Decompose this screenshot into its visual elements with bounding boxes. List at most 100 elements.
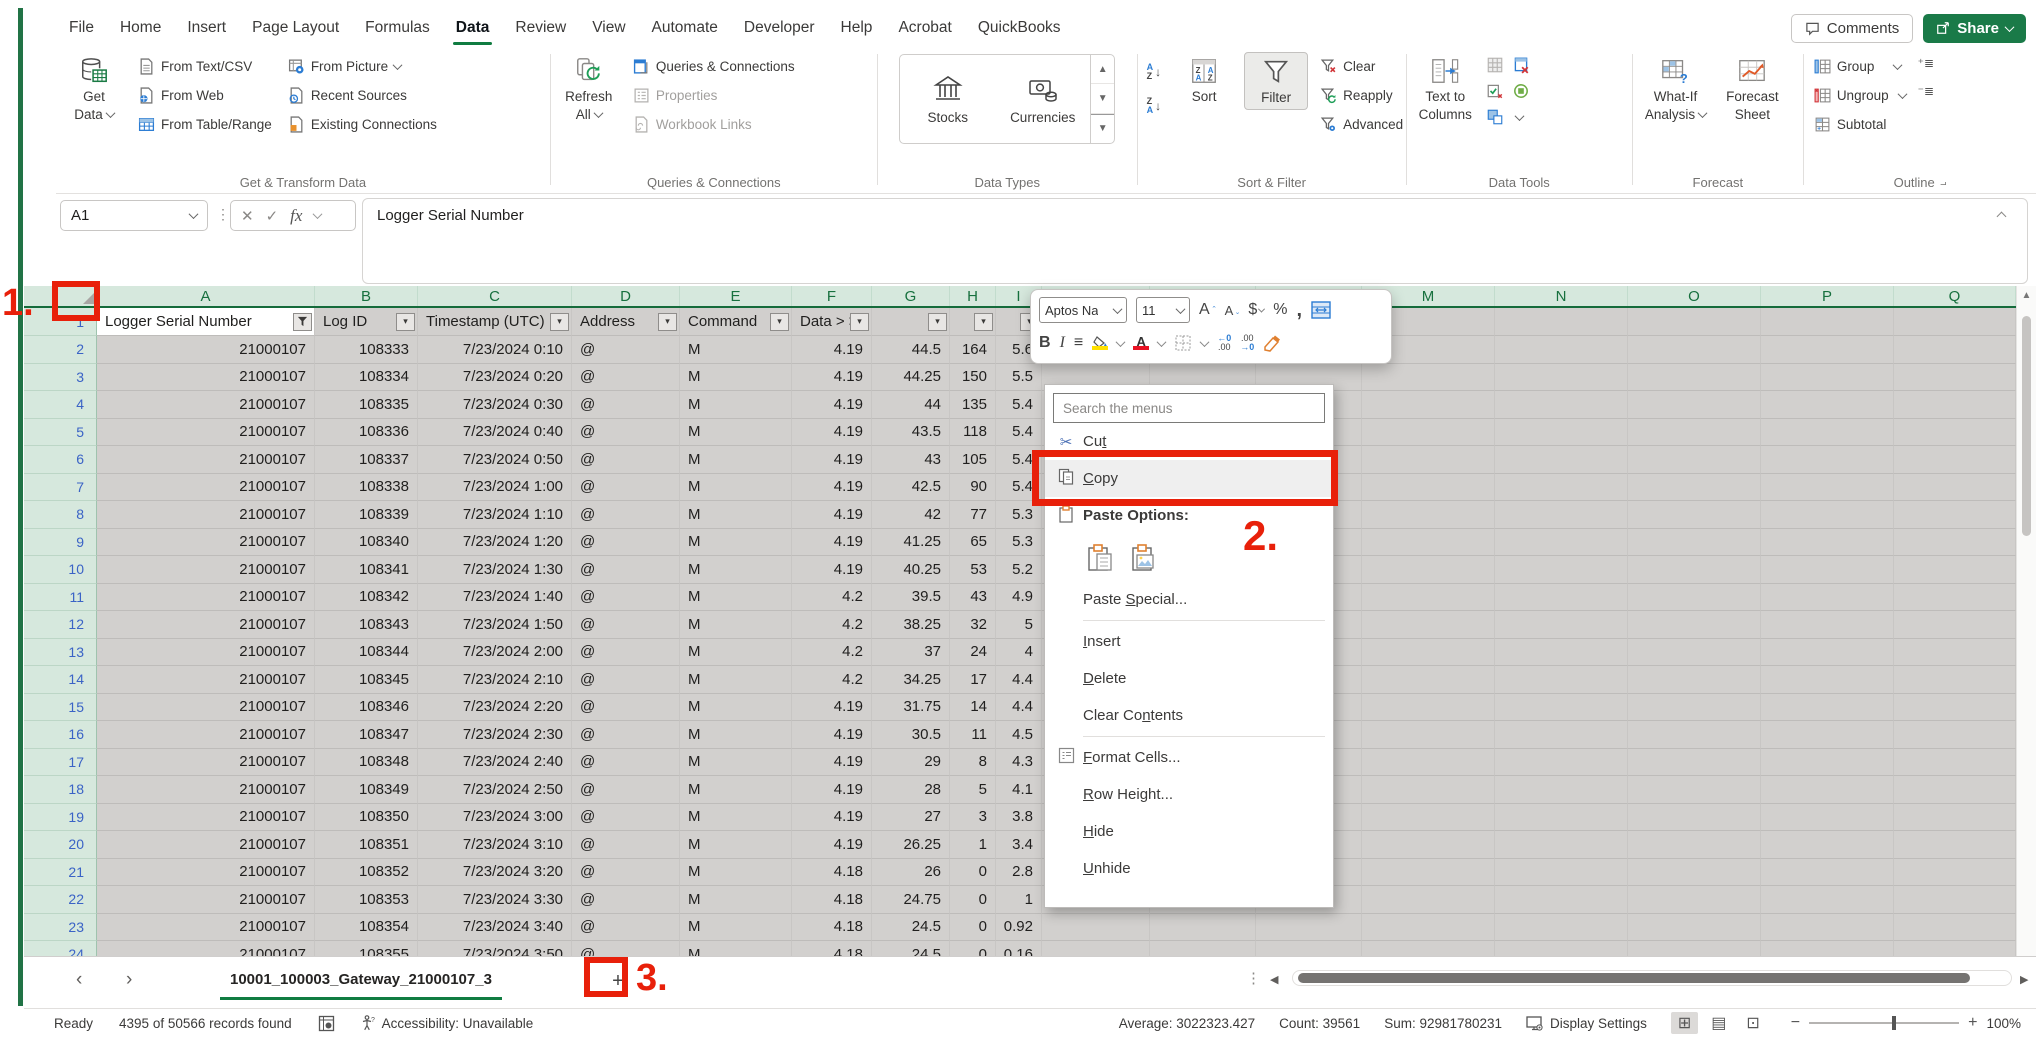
cell[interactable] <box>1628 556 1761 584</box>
gallery-down-icon[interactable]: ▼ <box>1091 84 1114 113</box>
menu-tab-file[interactable]: File <box>56 13 107 43</box>
cell[interactable] <box>1761 859 1894 887</box>
subtotal-button[interactable]: + Subtotal <box>1810 112 1910 137</box>
zoom-out-icon[interactable]: − <box>1791 1014 1800 1032</box>
cell[interactable]: @ <box>572 886 680 914</box>
accounting-format-icon[interactable]: $ <box>1248 301 1264 319</box>
menu-tab-data[interactable]: Data <box>443 13 503 43</box>
page-layout-view-icon[interactable]: ▤ <box>1704 1012 1733 1034</box>
collapse-formula-bar-icon[interactable] <box>1998 207 2005 224</box>
font-name-select[interactable]: Aptos Na <box>1039 297 1127 323</box>
cell[interactable]: 7/23/2024 2:30 <box>418 721 572 749</box>
cell[interactable]: M <box>680 804 792 832</box>
cell[interactable] <box>1628 446 1761 474</box>
cell[interactable]: 108339 <box>315 501 418 529</box>
cell[interactable]: 21000107 <box>97 446 315 474</box>
cell[interactable]: 0.92 <box>996 914 1042 942</box>
cell[interactable] <box>1761 666 1894 694</box>
cell[interactable]: 164 <box>950 336 996 364</box>
cell[interactable]: M <box>680 776 792 804</box>
column-header-E[interactable]: E <box>680 286 792 306</box>
cell[interactable]: 108343 <box>315 611 418 639</box>
cell[interactable]: 2.8 <box>996 859 1042 887</box>
cell[interactable]: 7/23/2024 3:10 <box>418 831 572 859</box>
cell[interactable]: 108337 <box>315 446 418 474</box>
cell[interactable]: 7/23/2024 2:40 <box>418 749 572 777</box>
horizontal-scrollbar[interactable] <box>1292 970 2012 986</box>
cell[interactable] <box>1894 611 2016 639</box>
cell[interactable] <box>1256 914 1362 942</box>
cell[interactable]: 7/23/2024 0:40 <box>418 419 572 447</box>
cell[interactable] <box>1761 336 1894 364</box>
cell[interactable]: 24.75 <box>872 886 950 914</box>
row-header-19[interactable]: 19 <box>24 804 97 832</box>
cell[interactable] <box>1894 639 2016 667</box>
cell[interactable]: 43 <box>950 584 996 612</box>
cell[interactable]: 135 <box>950 391 996 419</box>
cell[interactable] <box>1628 831 1761 859</box>
cell[interactable] <box>1362 666 1495 694</box>
sort-button[interactable]: ZAAZ Sort <box>1172 52 1236 108</box>
cell[interactable] <box>1495 914 1628 942</box>
cell[interactable] <box>1628 721 1761 749</box>
cell[interactable]: M <box>680 446 792 474</box>
cell[interactable]: 0 <box>950 886 996 914</box>
flash-fill-icon[interactable] <box>1486 56 1504 74</box>
cell[interactable]: 7/23/2024 3:40 <box>418 914 572 942</box>
cell[interactable]: 27 <box>872 804 950 832</box>
cell[interactable] <box>1495 474 1628 502</box>
cell[interactable] <box>1362 419 1495 447</box>
forecast-sheet-button[interactable]: Forecast Sheet <box>1720 52 1785 126</box>
cell[interactable] <box>1761 721 1894 749</box>
gallery-up-icon[interactable]: ▲ <box>1091 55 1114 84</box>
filter-dropdown-button[interactable]: ▾ <box>928 313 947 331</box>
chevron-down-icon[interactable] <box>1514 111 1524 121</box>
scroll-right-icon[interactable]: ▶ <box>2020 973 2028 986</box>
cell[interactable] <box>1628 776 1761 804</box>
cell[interactable]: @ <box>572 721 680 749</box>
cell[interactable] <box>1894 831 2016 859</box>
row-header-11[interactable]: 11 <box>24 584 97 612</box>
cell[interactable] <box>1894 886 2016 914</box>
cell[interactable]: 7/23/2024 2:50 <box>418 776 572 804</box>
cell[interactable]: M <box>680 859 792 887</box>
cell[interactable] <box>1761 584 1894 612</box>
cell[interactable]: @ <box>572 556 680 584</box>
group-cells-button[interactable]: Group <box>1810 54 1910 79</box>
cell[interactable] <box>1362 556 1495 584</box>
cell[interactable]: 5.5 <box>996 364 1042 392</box>
from-table-range-button[interactable]: From Table/Range <box>134 112 276 137</box>
cell[interactable]: 37 <box>872 639 950 667</box>
cell[interactable]: 77 <box>950 501 996 529</box>
cell[interactable] <box>1495 639 1628 667</box>
cell[interactable] <box>1628 639 1761 667</box>
cell[interactable] <box>1362 474 1495 502</box>
column-header-H[interactable]: H <box>950 286 996 306</box>
cell[interactable] <box>1628 886 1761 914</box>
increase-decimal-icon[interactable]: ←0.00 <box>1217 334 1231 352</box>
chevron-down-icon[interactable] <box>1116 337 1126 347</box>
dialog-launcher-icon[interactable]: ⌐ <box>1940 178 1946 190</box>
cell[interactable] <box>1761 804 1894 832</box>
cell[interactable]: M <box>680 391 792 419</box>
menu-tab-review[interactable]: Review <box>502 13 579 43</box>
cell[interactable]: 42.5 <box>872 474 950 502</box>
cell[interactable] <box>1628 611 1761 639</box>
cell[interactable] <box>1495 776 1628 804</box>
cell[interactable]: 4.19 <box>792 419 872 447</box>
merge-center-icon[interactable] <box>1311 300 1331 320</box>
cell[interactable]: 105 <box>950 446 996 474</box>
cell[interactable]: 4.19 <box>792 831 872 859</box>
cell[interactable]: 4.18 <box>792 886 872 914</box>
cell[interactable]: @ <box>572 474 680 502</box>
cell[interactable]: 4.19 <box>792 336 872 364</box>
cell[interactable]: 21000107 <box>97 666 315 694</box>
from-web-button[interactable]: From Web <box>134 83 276 108</box>
format-painter-icon[interactable] <box>1263 334 1281 352</box>
cell[interactable]: 44.5 <box>872 336 950 364</box>
cell[interactable] <box>1495 336 1628 364</box>
cell[interactable]: @ <box>572 639 680 667</box>
cell[interactable]: 5.3 <box>996 529 1042 557</box>
cell[interactable] <box>1894 749 2016 777</box>
cell[interactable]: M <box>680 639 792 667</box>
